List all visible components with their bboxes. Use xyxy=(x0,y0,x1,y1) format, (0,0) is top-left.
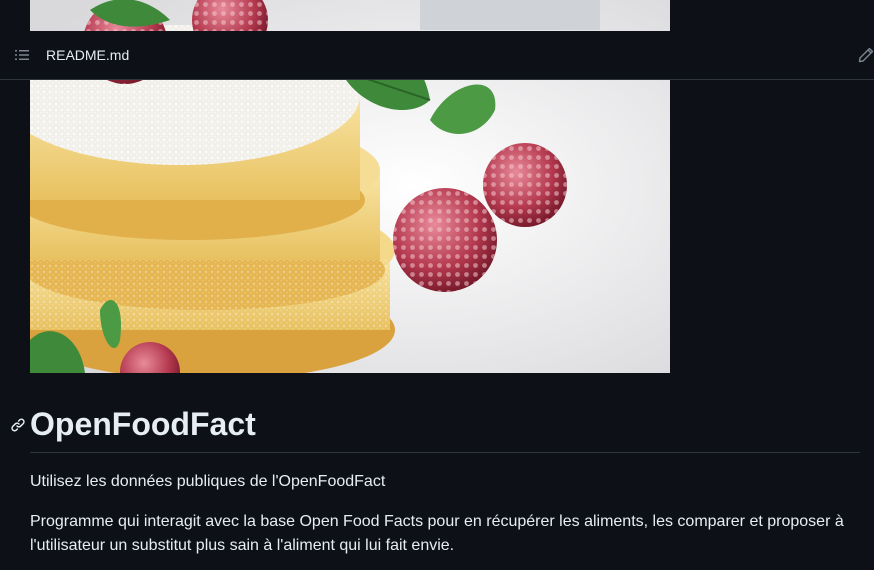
heading-divider xyxy=(30,452,860,453)
readme-page: README.md OpenFoodFact Utilisez les donn… xyxy=(0,0,874,570)
link-icon[interactable] xyxy=(10,417,26,433)
file-header: README.md xyxy=(0,31,874,80)
pencil-icon[interactable] xyxy=(858,47,874,65)
list-unordered-icon[interactable] xyxy=(13,46,31,64)
readme-paragraph: Programme qui interagit avec la base Ope… xyxy=(30,513,844,554)
readme-paragraph: Utilisez les données publiques de l'Open… xyxy=(30,473,386,490)
readme-heading: OpenFoodFact xyxy=(30,406,256,442)
file-name: README.md xyxy=(46,47,130,63)
